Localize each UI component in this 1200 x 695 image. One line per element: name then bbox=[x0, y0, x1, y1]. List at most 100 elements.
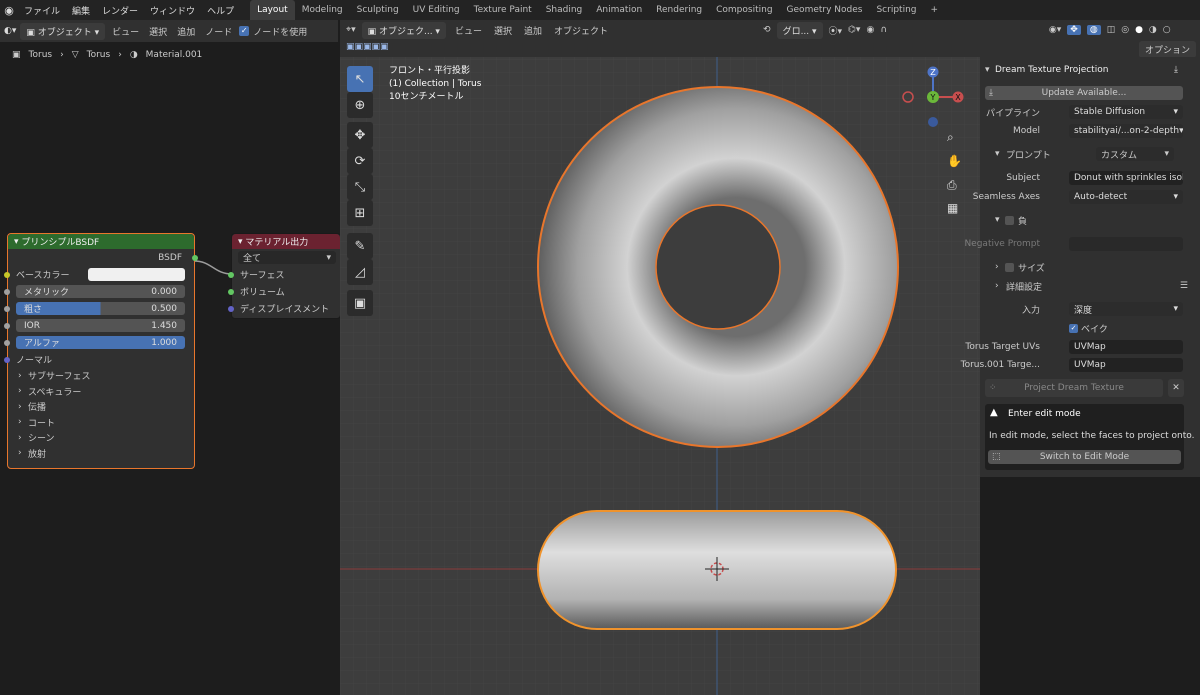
menu-item[interactable]: 編集 bbox=[66, 4, 96, 17]
gizmo-toggle-icon[interactable]: ✥ bbox=[1067, 25, 1081, 35]
cancel-close-icon[interactable]: ✕ bbox=[1168, 379, 1184, 397]
node-menu-add[interactable]: 追加 bbox=[174, 25, 198, 38]
add-workspace-button[interactable]: + bbox=[924, 0, 946, 20]
target-dropdown[interactable]: 全て ▾ bbox=[238, 251, 336, 264]
input-socket[interactable] bbox=[228, 305, 234, 312]
bsdf-section[interactable]: › スペキュラー bbox=[8, 384, 194, 400]
input-socket[interactable] bbox=[4, 288, 10, 295]
menu-item[interactable]: ウィンドウ bbox=[144, 4, 201, 17]
rotate-tool-icon[interactable]: ⟳ bbox=[347, 148, 373, 174]
camera-icon[interactable]: ⎙ bbox=[947, 178, 957, 193]
input-socket[interactable] bbox=[4, 356, 10, 363]
add-menu[interactable]: 追加 bbox=[521, 24, 545, 37]
negative-prompt-input[interactable] bbox=[1069, 237, 1183, 251]
collapse-chevron-icon[interactable]: ▾ bbox=[238, 237, 245, 247]
breadcrumb-object[interactable]: Torus bbox=[29, 50, 53, 60]
visibility-icon[interactable]: ◉▾ bbox=[1049, 25, 1061, 35]
object-menu[interactable]: オブジェクト bbox=[551, 24, 611, 37]
output-socket[interactable] bbox=[192, 254, 198, 261]
chevron-right-icon[interactable]: › bbox=[995, 262, 999, 272]
input-socket[interactable] bbox=[4, 271, 10, 278]
bsdf-section[interactable]: › 放射 bbox=[8, 446, 194, 462]
shading-wireframe-icon[interactable]: ◎ bbox=[1121, 25, 1129, 35]
menu-item[interactable]: ファイル bbox=[18, 4, 66, 17]
bsdf-section[interactable]: › サブサーフェス bbox=[8, 368, 194, 384]
switch-edit-mode-button[interactable]: ⬚ Switch to Edit Mode bbox=[988, 450, 1181, 464]
pipeline-dropdown[interactable]: Stable Diffusion ▾ bbox=[1069, 105, 1183, 119]
node-menu-select[interactable]: 選択 bbox=[146, 25, 170, 38]
bsdf-section[interactable]: › コート bbox=[8, 415, 194, 431]
project-button[interactable]: ⁘ Project Dream Texture bbox=[985, 379, 1163, 397]
node-menu-view[interactable]: ビュー bbox=[109, 25, 142, 38]
view-menu[interactable]: ビュー bbox=[452, 24, 485, 37]
collapse-chevron-icon[interactable]: ▾ bbox=[995, 149, 1000, 159]
material-output-node[interactable]: ▾ マテリアル出力 全て ▾ サーフェス ボリューム ディスプレイスメント bbox=[228, 233, 341, 319]
bake-checkbox[interactable]: ✓ bbox=[1069, 323, 1078, 333]
node-menu-node[interactable]: ノード bbox=[202, 25, 235, 38]
transform-orientation-dropdown[interactable]: グロ... ▾ bbox=[776, 21, 823, 39]
model-dropdown[interactable]: stabilityai/...on-2-depth ▾ bbox=[1069, 124, 1183, 138]
proportional-edit-icon[interactable]: ◉ bbox=[866, 25, 874, 35]
workspace-tab[interactable]: Modeling bbox=[295, 0, 350, 20]
cursor-tool-icon[interactable]: ⊕ bbox=[347, 92, 373, 118]
workspace-tab[interactable]: Compositing bbox=[709, 0, 779, 20]
breadcrumb-mesh[interactable]: Torus bbox=[87, 50, 111, 60]
editor-type-icon[interactable]: ⌖▾ bbox=[346, 25, 356, 35]
list-icon[interactable]: ☰ bbox=[1180, 281, 1188, 291]
snap-icon[interactable]: ⌬▾ bbox=[848, 25, 860, 35]
workspace-tab[interactable]: Sculpting bbox=[350, 0, 406, 20]
prompt-mode-dropdown[interactable]: カスタム ▾ bbox=[1096, 147, 1174, 161]
grid-toggle-icon[interactable]: ▦ bbox=[947, 201, 958, 215]
download-icon[interactable]: ⤓ bbox=[1174, 65, 1178, 75]
bsdf-section[interactable]: › シーン bbox=[8, 430, 194, 446]
zoom-icon[interactable]: ⌕ bbox=[947, 130, 954, 145]
input-socket[interactable] bbox=[4, 339, 10, 346]
input-socket[interactable] bbox=[228, 271, 234, 278]
overlay-toggle-icon[interactable]: ◍ bbox=[1086, 25, 1101, 35]
annotate-tool-icon[interactable]: ✎ bbox=[347, 233, 373, 259]
size-checkbox[interactable] bbox=[1005, 262, 1014, 272]
chevron-right-icon[interactable]: › bbox=[995, 281, 999, 291]
gizmo-neg-z-icon[interactable] bbox=[928, 117, 938, 127]
transform-orientation-icon[interactable]: ⟲ bbox=[763, 25, 771, 35]
shading-material-icon[interactable]: ◑ bbox=[1149, 25, 1157, 35]
workspace-tab[interactable]: Shading bbox=[539, 0, 590, 20]
object-mode-dropdown[interactable]: ▣ オブジェクト ▾ bbox=[20, 22, 106, 40]
select-menu[interactable]: 選択 bbox=[491, 24, 515, 37]
input-socket[interactable] bbox=[228, 288, 234, 295]
collapse-chevron-icon[interactable]: ▾ bbox=[14, 237, 21, 247]
bsdf-value-slider[interactable]: アルファ 1.000 bbox=[16, 336, 185, 349]
update-button[interactable]: ⤓ Update Available... bbox=[985, 86, 1183, 100]
transform-tool-icon[interactable]: ⊞ bbox=[347, 200, 373, 226]
pivot-icon[interactable]: ⦿▾ bbox=[829, 24, 843, 37]
subject-input[interactable]: Donut with sprinkles isol... bbox=[1069, 171, 1183, 185]
workspace-tab[interactable]: Texture Paint bbox=[467, 0, 539, 20]
collapse-chevron-icon[interactable]: ▾ bbox=[995, 215, 1000, 225]
input-socket[interactable] bbox=[4, 322, 10, 329]
breadcrumb-material[interactable]: Material.001 bbox=[146, 50, 203, 60]
add-cube-tool-icon[interactable]: ▣ bbox=[347, 290, 373, 316]
input-dropdown[interactable]: 深度 ▾ bbox=[1069, 302, 1183, 316]
move-tool-icon[interactable]: ✥ bbox=[347, 122, 373, 148]
scale-tool-icon[interactable]: ⤡ bbox=[347, 174, 373, 200]
principled-bsdf-node[interactable]: ▾ プリンシプルBSDF BSDF ベースカラー メタリック 0.000 粗さ 0.5… bbox=[4, 233, 198, 469]
shading-rendered-icon[interactable]: ○ bbox=[1163, 25, 1171, 35]
bsdf-value-slider[interactable]: メタリック 0.000 bbox=[16, 285, 185, 298]
falloff-icon[interactable]: ∩ bbox=[880, 25, 887, 35]
editor-type-icon[interactable]: ◐▾ bbox=[4, 26, 16, 36]
bsdf-value-slider[interactable]: 粗さ 0.500 bbox=[16, 302, 185, 315]
workspace-tab[interactable]: Animation bbox=[589, 0, 649, 20]
base-color-swatch[interactable] bbox=[88, 268, 185, 281]
options-button[interactable]: オプション bbox=[1138, 41, 1196, 58]
blender-logo-icon[interactable]: ◉ bbox=[0, 0, 18, 20]
xray-icon[interactable]: ◫ bbox=[1107, 25, 1116, 35]
menu-item[interactable]: ヘルプ bbox=[201, 4, 240, 17]
workspace-tab[interactable]: Geometry Nodes bbox=[780, 0, 870, 20]
gizmo-neg-x-icon[interactable] bbox=[902, 91, 914, 103]
workspace-tab[interactable]: Layout bbox=[250, 0, 295, 20]
workspace-tab[interactable]: Scripting bbox=[869, 0, 923, 20]
bsdf-value-slider[interactable]: IOR 1.450 bbox=[16, 319, 185, 332]
select-tool-icon[interactable]: ↖ bbox=[347, 66, 373, 92]
seamless-dropdown[interactable]: Auto-detect ▾ bbox=[1069, 190, 1183, 204]
uv1-input[interactable]: UVMap bbox=[1069, 340, 1183, 354]
